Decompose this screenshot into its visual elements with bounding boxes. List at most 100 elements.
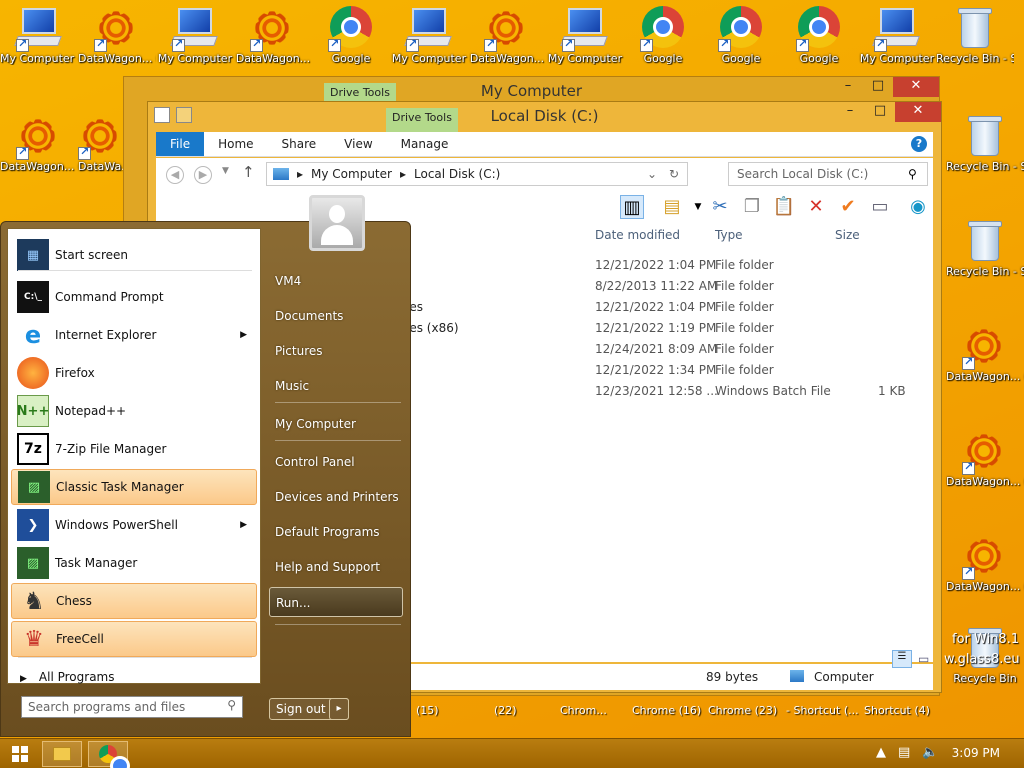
taskbar-explorer[interactable] (42, 741, 82, 767)
delete-icon[interactable]: ✕ (804, 195, 828, 219)
start-menu: ▦ Start screen C:\_ Command Prompt e Internet… (0, 195, 411, 737)
desktop-icon-label: DataWagon... (235, 52, 311, 65)
address-dropdown-icon[interactable]: ⌄ (647, 167, 657, 181)
desktop-icon-label: Recycle Bin - Shortcut (7) (946, 265, 1024, 278)
breadcrumb-local-disk[interactable]: Local Disk (C:) (414, 167, 500, 181)
shutdown-options-button[interactable]: ▸ (329, 698, 349, 720)
desktop-icon[interactable]: DataWagon... (468, 0, 546, 88)
program-item[interactable]: ❯ Windows PowerShell ▶ (11, 507, 257, 543)
start-right-item[interactable]: Music (269, 371, 403, 401)
tab-file[interactable]: File (156, 132, 205, 156)
desktop-icon[interactable]: Recycle Bin - Shortcut (6) (946, 108, 1024, 196)
desktop-icon-label: Recycle Bin (953, 672, 1017, 685)
program-item[interactable]: e Internet Explorer ▶ (11, 317, 257, 353)
desktop-icon[interactable]: DataWagon... (27) (946, 528, 1024, 616)
up-button[interactable]: ↑ (242, 163, 255, 181)
program-item[interactable]: ▨ Task Manager (11, 545, 257, 581)
start-right-item[interactable]: Control Panel (269, 447, 403, 477)
file-type: File folder (715, 300, 774, 314)
network-globe-icon[interactable]: ◉ (906, 195, 930, 219)
breadcrumb-my-computer[interactable]: My Computer (311, 167, 392, 181)
all-programs-button[interactable]: ▶ All Programs (20, 670, 115, 684)
forward-button[interactable]: ▶ (194, 166, 212, 184)
desktop-icon[interactable]: My Computer (390, 0, 468, 88)
back-button[interactable]: ◀ (166, 166, 184, 184)
start-right-item[interactable]: VM4 (269, 266, 403, 296)
start-button[interactable] (12, 746, 28, 762)
tab-view[interactable]: View (330, 132, 386, 156)
close-button[interactable]: ✕ (895, 102, 941, 122)
program-item[interactable]: ▦ Start screen (11, 237, 257, 273)
address-field[interactable]: ▸ My Computer ▸ Local Disk (C:) ⌄ ↻ (266, 162, 688, 186)
desktop-icon[interactable]: Google (624, 0, 702, 88)
desktop-icon-label: My Computer (157, 52, 233, 65)
tray-chevron-icon[interactable]: ▲ (876, 745, 886, 760)
computer-icon (273, 168, 289, 180)
program-label: Windows PowerShell (55, 518, 178, 532)
status-location: Computer (814, 670, 874, 684)
volume-icon[interactable]: 🔈 (922, 745, 938, 760)
desktop-icon[interactable]: My Computer (156, 0, 234, 88)
folder-icon (53, 747, 71, 761)
watermark-line1: for Win8.1 (952, 632, 1020, 647)
tab-manage[interactable]: Manage (387, 132, 463, 156)
preview-pane-icon[interactable]: ▥ (620, 195, 644, 219)
desktop-icon[interactable]: My Computer (858, 0, 936, 88)
start-right-item[interactable]: Run... (269, 587, 403, 617)
large-icons-view-icon[interactable]: ▭ (918, 652, 929, 666)
paste-icon[interactable]: 📋 (772, 195, 796, 219)
recent-locations-icon[interactable]: ▼ (222, 166, 229, 176)
desktop-icon[interactable]: Google (780, 0, 858, 88)
desktop-icon[interactable]: Recycle Bin - Shortcut (7) (946, 213, 1024, 301)
desktop-icon[interactable]: DataWagon... (5) (78, 0, 156, 88)
desktop-icon[interactable]: DataWagon... (26) (946, 423, 1024, 511)
column-date-modified[interactable]: Date modified (595, 228, 680, 242)
desktop-icon[interactable]: DataWagon... (234, 0, 312, 88)
program-item[interactable]: C:\_ Command Prompt (11, 279, 257, 315)
close-button[interactable]: ✕ (893, 77, 939, 97)
organize-icon[interactable]: ▤ (660, 195, 684, 219)
start-right-item[interactable]: Documents (269, 301, 403, 331)
column-type[interactable]: Type (715, 228, 743, 242)
taskbar-chrome[interactable] (88, 741, 130, 768)
maximize-button[interactable]: □ (865, 102, 895, 122)
tab-share[interactable]: Share (268, 132, 331, 156)
help-icon[interactable]: ? (911, 136, 927, 152)
program-item[interactable]: ▨ Classic Task Manager (11, 469, 257, 505)
desktop-icon[interactable]: DataWagon... (25) (946, 318, 1024, 406)
search-input[interactable]: Search Local Disk (C:) (728, 162, 928, 186)
start-right-item[interactable]: Pictures (269, 336, 403, 366)
start-right-item[interactable]: My Computer (269, 409, 403, 439)
network-icon[interactable]: ▤ (898, 745, 910, 760)
desktop-icon[interactable]: Google (312, 0, 390, 88)
maximize-button[interactable]: □ (863, 77, 893, 97)
rename-icon[interactable]: ▭ (868, 195, 892, 219)
desktop-icon-datawagon[interactable]: DataWa... (6) (78, 108, 124, 196)
minimize-button[interactable]: – (833, 77, 863, 97)
clock[interactable]: 3:09 PM (952, 746, 1000, 760)
desktop-icon[interactable]: My Computer (546, 0, 624, 88)
search-icon: ⚲ (908, 167, 917, 181)
program-item[interactable]: ♛ FreeCell (11, 621, 257, 657)
desktop-icon[interactable]: Recycle Bin - Shortcut (5) (936, 0, 1014, 88)
desktop-icon[interactable]: Google (702, 0, 780, 88)
organize-dropdown-icon[interactable]: ▼ (686, 195, 710, 219)
start-right-item[interactable]: Devices and Printers (269, 482, 403, 512)
column-size[interactable]: Size (835, 228, 860, 242)
check-icon[interactable]: ✔ (836, 195, 860, 219)
refresh-icon[interactable]: ↻ (669, 167, 679, 181)
program-item[interactable]: Firefox (11, 355, 257, 391)
start-right-item[interactable]: Default Programs (269, 517, 403, 547)
tab-home[interactable]: Home (204, 132, 267, 156)
minimize-button[interactable]: – (835, 102, 865, 122)
program-item[interactable]: ♞ Chess (11, 583, 257, 619)
desktop-icon-datawagon[interactable]: DataWagon... (2) (0, 108, 78, 196)
cut-icon[interactable]: ✂ (708, 195, 732, 219)
details-view-icon[interactable]: ☰ (892, 650, 912, 668)
search-programs-input[interactable]: Search programs and files ⚲ (21, 696, 243, 718)
program-item[interactable]: 7z 7-Zip File Manager (11, 431, 257, 467)
program-item[interactable]: N++ Notepad++ (11, 393, 257, 429)
copy-icon[interactable]: ❐ (740, 195, 764, 219)
desktop-icon[interactable]: My Computer - Shortcut (0, 0, 78, 88)
start-right-item[interactable]: Help and Support (269, 552, 403, 582)
